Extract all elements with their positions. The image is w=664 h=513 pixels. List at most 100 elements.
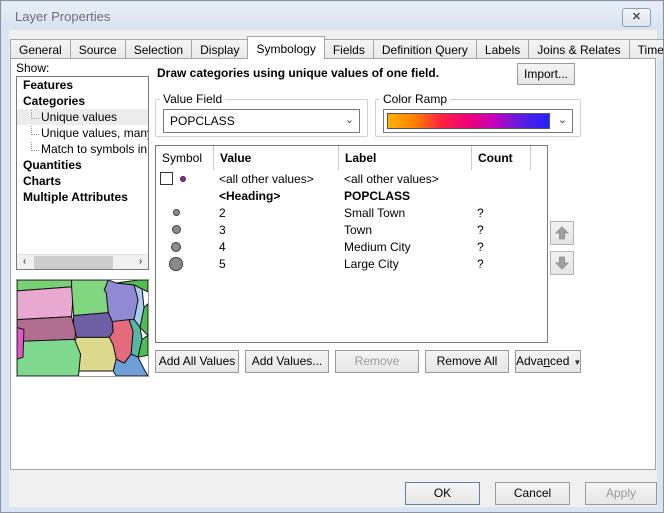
- column-header-symbol[interactable]: Symbol: [156, 146, 213, 170]
- label-cell: Large City: [338, 257, 471, 271]
- tab-fields[interactable]: Fields: [324, 39, 374, 59]
- label-cell: <all other values>: [338, 172, 471, 186]
- value-cell: 3: [213, 223, 338, 237]
- color-ramp-combobox[interactable]: ⌄: [383, 109, 573, 133]
- scroll-right-icon[interactable]: ›: [133, 255, 148, 270]
- table-header: Symbol Value Label Count: [156, 146, 547, 170]
- unique-values-table: Symbol Value Label Count <all other valu…: [155, 145, 548, 343]
- color-ramp-label: Color Ramp: [380, 92, 450, 106]
- map-state-ia: [74, 313, 114, 338]
- map-state-mn: [72, 280, 109, 316]
- column-header-label[interactable]: Label: [338, 146, 471, 170]
- layer-properties-dialog: Layer Properties ✕ General Source Select…: [0, 0, 664, 513]
- gray-dot-symbol-icon[interactable]: [172, 225, 181, 234]
- all-other-values-checkbox[interactable]: [160, 172, 173, 185]
- tree-item-quantities[interactable]: Quantities: [17, 157, 148, 173]
- cancel-button[interactable]: Cancel: [495, 482, 570, 505]
- title-bar[interactable]: Layer Properties ✕: [2, 2, 662, 30]
- map-state-ks: [17, 339, 81, 376]
- method-description: Draw categories using unique values of o…: [157, 66, 439, 80]
- tab-source[interactable]: Source: [70, 39, 126, 59]
- tree-horizontal-scrollbar[interactable]: ‹ ›: [17, 254, 148, 269]
- count-cell: ?: [471, 206, 530, 220]
- close-icon[interactable]: ✕: [622, 8, 651, 27]
- map-state-ne: [17, 317, 77, 342]
- import-button[interactable]: Import...: [517, 63, 575, 85]
- value-cell: <all other values>: [213, 172, 338, 186]
- show-tree: Features Categories Unique values Unique…: [16, 76, 149, 270]
- symbol-cell: [156, 238, 213, 255]
- tree-item-charts[interactable]: Charts: [17, 173, 148, 189]
- show-label: Show:: [16, 61, 49, 75]
- tab-display[interactable]: Display: [191, 39, 248, 59]
- tab-general[interactable]: General: [10, 39, 71, 59]
- symbol-cell: [156, 221, 213, 238]
- tree-connector-icon: [31, 110, 39, 119]
- column-header-spacer: [530, 146, 547, 170]
- add-values-button[interactable]: Add Values...: [245, 350, 329, 373]
- count-cell: ?: [471, 240, 530, 254]
- dialog-client-area: General Source Selection Display Symbolo…: [9, 30, 657, 507]
- column-header-count[interactable]: Count: [471, 146, 530, 170]
- advanced-button[interactable]: Advanced▼: [515, 350, 581, 373]
- table-row[interactable]: 4 Medium City ?: [156, 238, 547, 255]
- map-state-co-sliver: [17, 328, 24, 360]
- value-field-label: Value Field: [160, 92, 225, 106]
- table-row[interactable]: 2 Small Town ?: [156, 204, 547, 221]
- tree-item-multiple-attributes[interactable]: Multiple Attributes: [17, 189, 148, 205]
- tree-item-match-symbols[interactable]: Match to symbols in a: [17, 141, 148, 157]
- tab-definition-query[interactable]: Definition Query: [373, 39, 477, 59]
- map-state-sd: [17, 287, 74, 320]
- scrollbar-thumb[interactable]: [34, 256, 113, 269]
- tab-joins-relates[interactable]: Joins & Relates: [528, 39, 629, 59]
- value-cell: 4: [213, 240, 338, 254]
- symbol-cell: [156, 170, 213, 187]
- move-up-button[interactable]: [550, 221, 574, 245]
- count-cell: ?: [471, 257, 530, 271]
- chevron-down-icon[interactable]: ⌄: [558, 113, 567, 126]
- add-all-values-button[interactable]: Add All Values: [155, 350, 239, 373]
- tab-symbology[interactable]: Symbology: [247, 36, 324, 59]
- remove-all-button[interactable]: Remove All: [425, 350, 509, 373]
- tab-strip: General Source Selection Display Symbolo…: [10, 36, 656, 59]
- tree-connector-icon: [31, 126, 39, 135]
- remove-button: Remove: [335, 350, 419, 373]
- tree-connector-icon: [31, 142, 39, 151]
- table-row[interactable]: <all other values> <all other values>: [156, 170, 547, 187]
- gray-dot-symbol-icon[interactable]: [169, 257, 183, 271]
- value-field-selected-value: POPCLASS: [170, 114, 235, 128]
- color-ramp-group: Color Ramp ⌄: [375, 92, 581, 137]
- tab-labels[interactable]: Labels: [476, 39, 529, 59]
- gray-dot-symbol-icon[interactable]: [171, 242, 181, 252]
- dropdown-arrow-icon: ▼: [573, 358, 581, 367]
- tree-item-categories[interactable]: Categories: [17, 93, 148, 109]
- label-cell: POPCLASS: [338, 189, 471, 203]
- up-arrow-icon: [555, 226, 569, 240]
- symbol-cell: [156, 255, 213, 272]
- purple-point-symbol-icon[interactable]: [180, 176, 186, 182]
- scroll-left-icon[interactable]: ‹: [17, 255, 32, 270]
- table-row[interactable]: 5 Large City ?: [156, 255, 547, 272]
- tab-time[interactable]: Time: [629, 39, 664, 59]
- column-header-value[interactable]: Value: [213, 146, 338, 170]
- value-field-group: Value Field POPCLASS ⌄: [155, 92, 368, 137]
- move-down-button[interactable]: [550, 251, 574, 275]
- tree-item-features[interactable]: Features: [17, 77, 148, 93]
- table-row[interactable]: 3 Town ?: [156, 221, 547, 238]
- count-cell: ?: [471, 223, 530, 237]
- gray-dot-symbol-icon[interactable]: [173, 209, 180, 216]
- label-cell: Town: [338, 223, 471, 237]
- symbology-tab-page: Show: Features Categories Unique values …: [10, 58, 656, 470]
- chevron-down-icon[interactable]: ⌄: [345, 113, 354, 126]
- value-field-combobox[interactable]: POPCLASS ⌄: [163, 109, 360, 133]
- tab-selection[interactable]: Selection: [125, 39, 192, 59]
- value-cell: 5: [213, 257, 338, 271]
- symbol-cell: [156, 204, 213, 221]
- ok-button[interactable]: OK: [405, 482, 480, 505]
- label-cell: Medium City: [338, 240, 471, 254]
- table-row[interactable]: <Heading> POPCLASS: [156, 187, 547, 204]
- tree-item-unique-values-many[interactable]: Unique values, many: [17, 125, 148, 141]
- window-title: Layer Properties: [15, 9, 110, 24]
- label-cell: Small Town: [338, 206, 471, 220]
- tree-item-unique-values[interactable]: Unique values: [17, 109, 148, 125]
